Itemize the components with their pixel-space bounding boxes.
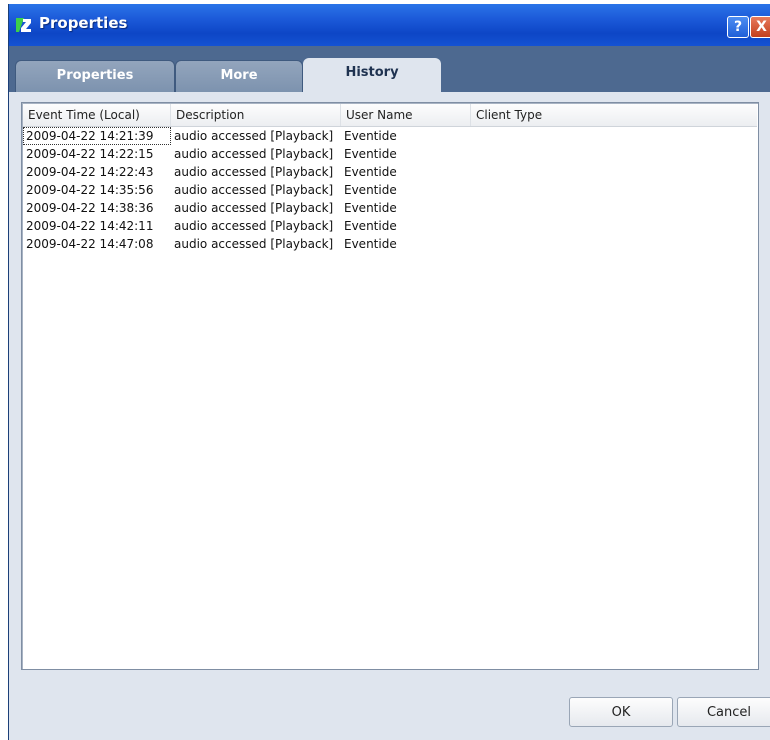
table-row[interactable]: 2009-04-22 14:35:56 audio accessed [Play… bbox=[23, 181, 757, 199]
user-name-cell: Eventide bbox=[344, 183, 397, 197]
app-logo-icon bbox=[16, 18, 31, 32]
client-type-cell bbox=[471, 217, 757, 235]
column-header-event-time[interactable]: Event Time (Local) bbox=[23, 104, 171, 126]
history-panel: Event Time (Local) Description User Name… bbox=[9, 92, 770, 740]
column-header-user-name[interactable]: User Name bbox=[341, 104, 471, 126]
user-name-cell: Eventide bbox=[344, 237, 397, 251]
title-bar[interactable]: Properties ? X bbox=[9, 4, 770, 46]
event-time-cell: 2009-04-22 14:42:11 bbox=[26, 219, 154, 233]
client-type-cell bbox=[471, 199, 757, 217]
user-name-cell: Eventide bbox=[344, 219, 397, 233]
tab-history[interactable]: History bbox=[303, 58, 441, 92]
description-cell: audio accessed [Playback] bbox=[174, 201, 334, 215]
history-list[interactable]: Event Time (Local) Description User Name… bbox=[21, 102, 759, 670]
description-cell: audio accessed [Playback] bbox=[174, 237, 334, 251]
close-button[interactable]: X bbox=[750, 16, 770, 38]
event-time-cell: 2009-04-22 14:22:15 bbox=[26, 147, 154, 161]
client-type-cell bbox=[471, 145, 757, 163]
list-header: Event Time (Local) Description User Name… bbox=[23, 104, 757, 127]
cancel-button[interactable]: Cancel bbox=[677, 697, 770, 727]
tab-strip: Properties More History bbox=[9, 46, 770, 93]
table-row[interactable]: 2009-04-22 14:42:11 audio accessed [Play… bbox=[23, 217, 757, 235]
table-row[interactable]: 2009-04-22 14:21:39 audio accessed [Play… bbox=[23, 127, 757, 145]
user-name-cell: Eventide bbox=[344, 201, 397, 215]
client-type-cell bbox=[471, 163, 757, 181]
tab-properties[interactable]: Properties bbox=[15, 60, 175, 93]
event-time-cell: 2009-04-22 14:35:56 bbox=[26, 183, 154, 197]
event-time-cell: 2009-04-22 14:22:43 bbox=[26, 165, 154, 179]
event-time-cell: 2009-04-22 14:21:39 bbox=[23, 127, 171, 145]
client-type-cell bbox=[471, 127, 757, 145]
user-name-cell: Eventide bbox=[344, 165, 397, 179]
client-type-cell bbox=[471, 235, 757, 253]
table-row[interactable]: 2009-04-22 14:22:15 audio accessed [Play… bbox=[23, 145, 757, 163]
description-cell: audio accessed [Playback] bbox=[174, 129, 334, 143]
table-row[interactable]: 2009-04-22 14:22:43 audio accessed [Play… bbox=[23, 163, 757, 181]
event-time-cell: 2009-04-22 14:38:36 bbox=[26, 201, 154, 215]
user-name-cell: Eventide bbox=[344, 147, 397, 161]
description-cell: audio accessed [Playback] bbox=[174, 183, 334, 197]
column-header-client-type[interactable]: Client Type bbox=[471, 104, 757, 126]
client-type-cell bbox=[471, 181, 757, 199]
properties-window: Properties ? X Properties More History E… bbox=[8, 4, 770, 740]
description-cell: audio accessed [Playback] bbox=[174, 147, 334, 161]
description-cell: audio accessed [Playback] bbox=[174, 219, 334, 233]
help-button[interactable]: ? bbox=[727, 16, 749, 38]
table-row[interactable]: 2009-04-22 14:47:08 audio accessed [Play… bbox=[23, 235, 757, 253]
description-cell: audio accessed [Playback] bbox=[174, 165, 334, 179]
list-rows: 2009-04-22 14:21:39 audio accessed [Play… bbox=[23, 127, 757, 253]
user-name-cell: Eventide bbox=[344, 129, 397, 143]
window-title: Properties bbox=[39, 14, 128, 32]
table-row[interactable]: 2009-04-22 14:38:36 audio accessed [Play… bbox=[23, 199, 757, 217]
event-time-cell: 2009-04-22 14:47:08 bbox=[26, 237, 154, 251]
ok-button[interactable]: OK bbox=[569, 697, 673, 727]
column-header-description[interactable]: Description bbox=[171, 104, 341, 126]
tab-more[interactable]: More bbox=[175, 60, 303, 93]
